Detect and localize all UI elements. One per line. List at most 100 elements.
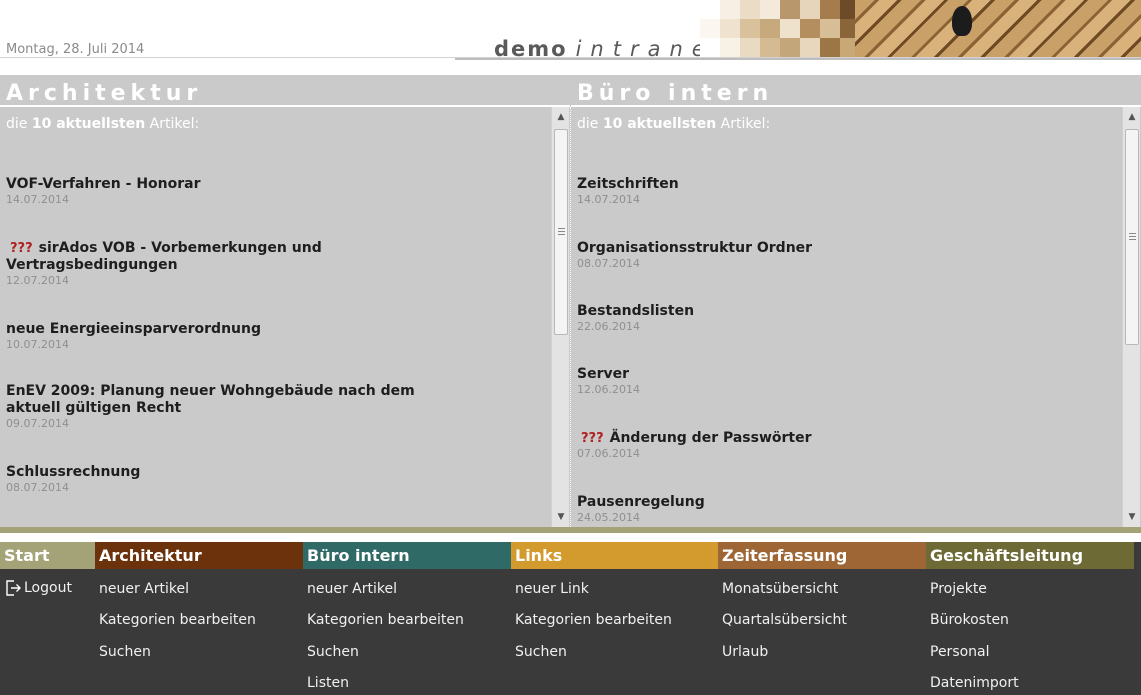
person-silhouette-icon	[952, 6, 972, 36]
grip-line	[1129, 233, 1136, 234]
nav-item-kategorien-bearbeiten[interactable]: Kategorien bearbeiten	[515, 612, 672, 628]
scroll-up-arrow-icon[interactable]: ▲	[552, 109, 570, 125]
panel-title: Architektur	[6, 81, 203, 106]
panel-title-underline	[571, 105, 1141, 107]
scrollbar-buero-intern[interactable]: ▲ ▼	[1122, 107, 1140, 527]
article-item[interactable]: ??? sirAdos VOB - Vorbemerkungen und Vert…	[6, 240, 446, 288]
article-item[interactable]: Zeitschriften 14.07.2014	[577, 176, 1017, 207]
nav-item-projekte[interactable]: Projekte	[930, 581, 987, 597]
article-title[interactable]: VOF-Verfahren - Honorar	[6, 176, 446, 193]
nav-section-links: Links neuer Link Kategorien bearbeiten S…	[511, 542, 718, 695]
article-item[interactable]: VOF-Verfahren - Honorar 14.07.2014	[6, 176, 446, 207]
nav-item-personal[interactable]: Personal	[930, 644, 990, 660]
unread-flag: ???	[581, 431, 604, 446]
article-date: 12.06.2014	[577, 383, 640, 396]
article-item[interactable]: Bestandslisten 22.06.2014	[577, 303, 1017, 334]
grip-line	[1129, 236, 1136, 237]
panel-subtitle: die 10 aktuellsten Artikel:	[577, 116, 770, 132]
article-title[interactable]: Bestandslisten	[577, 303, 1017, 320]
panel-subtitle: die 10 aktuellsten Artikel:	[6, 116, 199, 132]
nav-item-quartalsuebersicht[interactable]: Quartalsübersicht	[722, 612, 847, 628]
subtitle-bold: 10 aktuellsten	[31, 116, 146, 132]
logout-label[interactable]: Logout	[24, 580, 72, 596]
article-title[interactable]: Zeitschriften	[577, 176, 1017, 193]
panel-architektur: Architektur die 10 aktuellsten Artikel: …	[0, 75, 570, 527]
article-title[interactable]: neue Energieeinsparverordnung	[6, 321, 446, 338]
nav-item-neuer-artikel[interactable]: neuer Artikel	[307, 581, 397, 597]
nav-section-architektur: Architektur neuer Artikel Kategorien bea…	[95, 542, 303, 695]
nav-item-suchen[interactable]: Suchen	[99, 644, 151, 660]
unread-flag: ???	[10, 241, 33, 256]
article-title[interactable]: EnEV 2009: Planung neuer Wohngebäude nac…	[6, 383, 446, 417]
panel-title-underline	[0, 105, 570, 107]
article-title[interactable]: Pausenregelung	[577, 494, 1017, 511]
nav-item-neuer-artikel[interactable]: neuer Artikel	[99, 581, 189, 597]
scroll-up-arrow-icon[interactable]: ▲	[1123, 109, 1141, 125]
article-date: 24.05.2014	[577, 511, 640, 524]
article-item[interactable]: EnEV 2009: Planung neuer Wohngebäude nac…	[6, 383, 446, 431]
article-item[interactable]: ??? Änderung der Passwörter 07.06.2014	[577, 430, 1017, 461]
subtitle-prefix: die	[6, 116, 28, 132]
header: Montag, 28. Juli 2014 demo intranet	[0, 0, 1141, 75]
grip-line	[558, 234, 565, 235]
nav-head-buero-intern[interactable]: Büro intern	[303, 542, 511, 569]
article-title[interactable]: Schlussrechnung	[6, 464, 446, 481]
nav-head-links[interactable]: Links	[511, 542, 718, 569]
header-underline	[455, 58, 1141, 60]
scroll-down-arrow-icon[interactable]: ▼	[552, 509, 570, 525]
spacer	[0, 533, 1141, 542]
nav-head-architektur[interactable]: Architektur	[95, 542, 303, 569]
logout-link[interactable]: Logout	[4, 579, 72, 597]
nav-section-buero-intern: Büro intern neuer Artikel Kategorien bea…	[303, 542, 511, 695]
subtitle-bold: 10 aktuellsten	[602, 116, 717, 132]
header-photo	[855, 0, 1141, 57]
article-date: 22.06.2014	[577, 320, 640, 333]
article-date: 08.07.2014	[6, 481, 69, 494]
article-item[interactable]: Server 12.06.2014	[577, 366, 1017, 397]
article-date: 10.07.2014	[6, 338, 69, 351]
article-item[interactable]: neue Energieeinsparverordnung 10.07.2014	[6, 321, 446, 352]
nav-section-zeiterfassung: Zeiterfassung Monatsübersicht Quartalsüb…	[718, 542, 926, 695]
article-title[interactable]: sirAdos VOB - Vorbemerkungen und Vertrag…	[6, 240, 322, 273]
logout-icon	[6, 580, 21, 596]
nav-item-listen[interactable]: Listen	[307, 675, 349, 691]
subtitle-suffix: Artikel:	[149, 116, 200, 132]
scrollbar-thumb[interactable]	[1125, 129, 1139, 345]
article-date: 14.07.2014	[577, 193, 640, 206]
nav-head-start[interactable]: Start	[0, 542, 95, 569]
header-banner-image	[700, 0, 1141, 57]
article-title-row[interactable]: ??? Änderung der Passwörter	[577, 430, 1017, 447]
nav-item-suchen[interactable]: Suchen	[307, 644, 359, 660]
article-title[interactable]: Organisationsstruktur Ordner	[577, 240, 1017, 257]
nav-head-geschaeftsleitung[interactable]: Geschäftsleitung	[926, 542, 1134, 569]
nav-item-monatsuebersicht[interactable]: Monatsübersicht	[722, 581, 838, 597]
scroll-down-arrow-icon[interactable]: ▼	[1123, 509, 1141, 525]
panel-buero-intern: Büro intern die 10 aktuellsten Artikel: …	[571, 75, 1141, 527]
grip-line	[558, 228, 565, 229]
nav-item-neuer-link[interactable]: neuer Link	[515, 581, 589, 597]
article-date: 09.07.2014	[6, 417, 69, 430]
article-title[interactable]: Änderung der Passwörter	[610, 430, 812, 446]
scrollbar-thumb[interactable]	[554, 129, 568, 335]
article-title-row[interactable]: ??? sirAdos VOB - Vorbemerkungen und Vert…	[6, 240, 446, 274]
subtitle-suffix: Artikel:	[720, 116, 771, 132]
article-item[interactable]: Organisationsstruktur Ordner 08.07.2014	[577, 240, 1017, 271]
article-date: 14.07.2014	[6, 193, 69, 206]
nav-item-datenimport[interactable]: Datenimport	[930, 675, 1019, 691]
nav-head-zeiterfassung[interactable]: Zeiterfassung	[718, 542, 926, 569]
article-date: 12.07.2014	[6, 274, 69, 287]
nav-item-buerokosten[interactable]: Bürokosten	[930, 612, 1009, 628]
article-item[interactable]: Schlussrechnung 08.07.2014	[6, 464, 446, 495]
scrollbar-architektur[interactable]: ▲ ▼	[551, 107, 569, 527]
nav-section-start: Start Logout	[0, 542, 95, 695]
nav-item-kategorien-bearbeiten[interactable]: Kategorien bearbeiten	[99, 612, 256, 628]
nav-item-kategorien-bearbeiten[interactable]: Kategorien bearbeiten	[307, 612, 464, 628]
mosaic-pattern	[700, 0, 860, 57]
grip-line	[558, 231, 565, 232]
nav-item-urlaub[interactable]: Urlaub	[722, 644, 768, 660]
nav-item-suchen[interactable]: Suchen	[515, 644, 567, 660]
article-item[interactable]: Pausenregelung 24.05.2014	[577, 494, 1017, 525]
panel-title: Büro intern	[577, 81, 774, 106]
nav-section-geschaeftsleitung: Geschäftsleitung Projekte Bürokosten Per…	[926, 542, 1134, 695]
article-title[interactable]: Server	[577, 366, 1017, 383]
